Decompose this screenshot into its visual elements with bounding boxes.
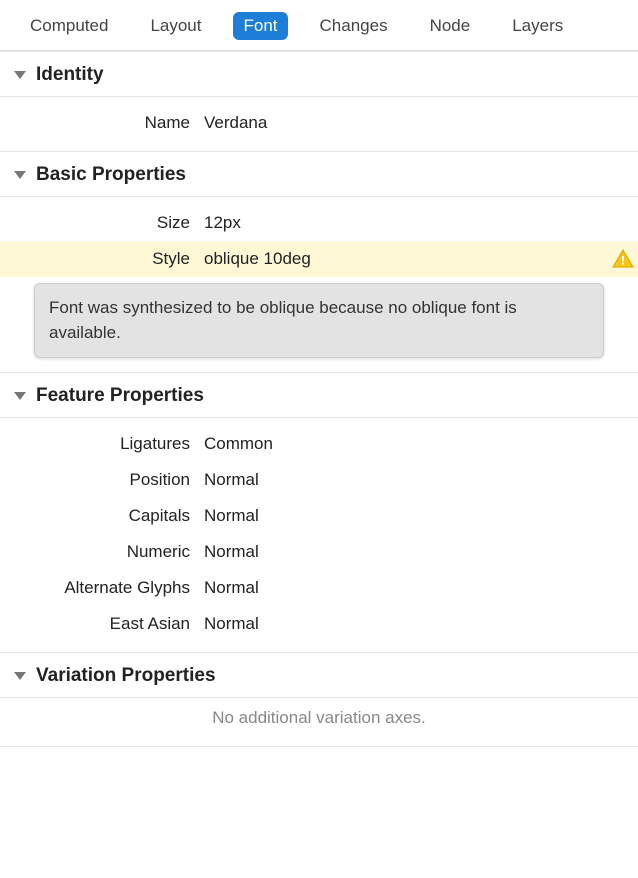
property-label: East Asian <box>0 614 204 634</box>
property-value[interactable]: 12px <box>204 213 638 233</box>
warning-tooltip: Font was synthesized to be oblique becau… <box>34 283 604 358</box>
section-title: Basic Properties <box>36 164 186 186</box>
chevron-down-icon <box>14 672 26 680</box>
property-value[interactable]: Normal <box>204 470 638 490</box>
property-label: Ligatures <box>0 434 204 454</box>
property-row: East Asian Normal <box>0 606 638 642</box>
property-value[interactable]: Normal <box>204 542 638 562</box>
section-title: Identity <box>36 64 104 86</box>
section-basic-header[interactable]: Basic Properties <box>0 151 638 197</box>
tab-layout[interactable]: Layout <box>140 12 211 40</box>
tab-layers[interactable]: Layers <box>502 12 573 40</box>
chevron-down-icon <box>14 392 26 400</box>
property-label: Alternate Glyphs <box>0 578 204 598</box>
property-label: Size <box>0 213 204 233</box>
property-row: Position Normal <box>0 462 638 498</box>
section-feature-header[interactable]: Feature Properties <box>0 372 638 418</box>
property-label: Capitals <box>0 506 204 526</box>
property-value[interactable]: Normal <box>204 506 638 526</box>
tab-changes[interactable]: Changes <box>310 12 398 40</box>
property-row: Numeric Normal <box>0 534 638 570</box>
property-value[interactable]: oblique 10deg <box>204 249 638 269</box>
chevron-down-icon <box>14 71 26 79</box>
property-label: Style <box>0 249 204 269</box>
variation-empty-message: No additional variation axes. <box>0 698 638 747</box>
property-value[interactable]: Common <box>204 434 638 454</box>
property-label: Numeric <box>0 542 204 562</box>
section-identity-header[interactable]: Identity <box>0 51 638 97</box>
property-row: Capitals Normal <box>0 498 638 534</box>
section-variation-header[interactable]: Variation Properties <box>0 652 638 698</box>
property-row: Ligatures Common <box>0 426 638 462</box>
property-row: Name Verdana <box>0 105 638 141</box>
chevron-down-icon <box>14 171 26 179</box>
section-identity-body: Name Verdana <box>0 97 638 151</box>
property-row: Size 12px <box>0 205 638 241</box>
property-value[interactable]: Normal <box>204 614 638 634</box>
property-label: Position <box>0 470 204 490</box>
property-row-warning: Style oblique 10deg <box>0 241 638 277</box>
section-title: Feature Properties <box>36 385 204 407</box>
tab-computed[interactable]: Computed <box>20 12 118 40</box>
tab-font[interactable]: Font <box>233 12 287 40</box>
tab-node[interactable]: Node <box>420 12 481 40</box>
property-label: Name <box>0 113 204 133</box>
section-title: Variation Properties <box>36 665 216 687</box>
property-value[interactable]: Verdana <box>204 113 638 133</box>
property-row: Alternate Glyphs Normal <box>0 570 638 606</box>
property-value[interactable]: Normal <box>204 578 638 598</box>
section-feature-body: Ligatures Common Position Normal Capital… <box>0 418 638 652</box>
warning-icon[interactable] <box>608 244 638 274</box>
tab-bar: Computed Layout Font Changes Node Layers <box>0 0 638 51</box>
section-basic-body: Size 12px Style oblique 10deg Font was s… <box>0 197 638 358</box>
